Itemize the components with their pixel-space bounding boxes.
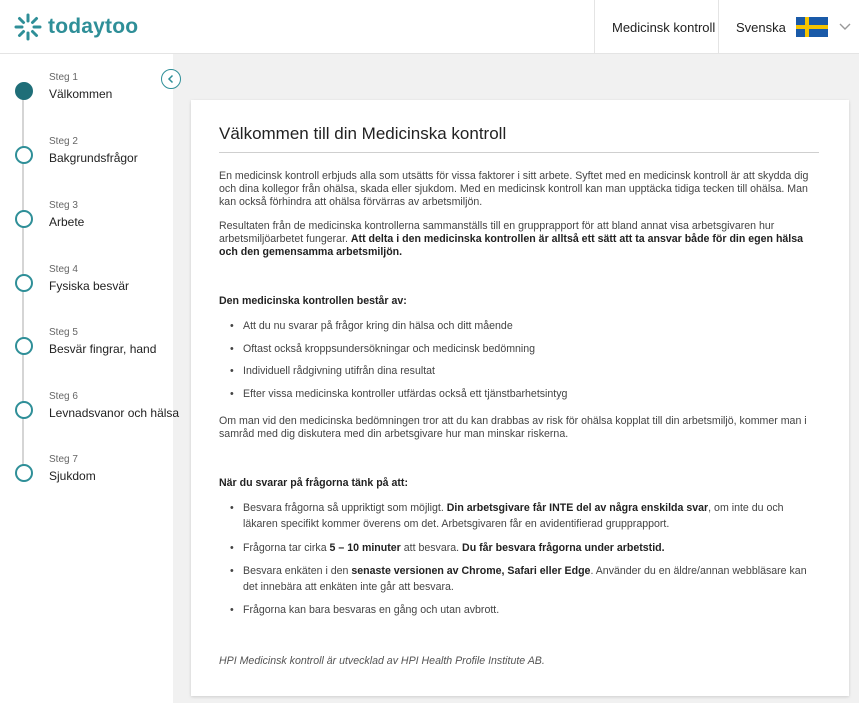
step-indicator [15,146,33,164]
steps-sidebar: Steg 1 Välkommen Steg 2 Bakgrundsfrågor … [0,54,179,703]
swedish-flag-icon [795,17,828,37]
chevron-left-icon [167,74,174,84]
step-3[interactable]: Steg 3 Arbete [0,200,173,240]
list-item: Att du nu svarar på frågor kring din häl… [230,318,819,334]
brand-logo[interactable]: todaytoo [14,12,138,42]
list-item: Individuell rådgivning utifrån dina resu… [230,363,819,379]
step-indicator-active [15,82,33,100]
think-heading: När du svarar på frågorna tänk på att: [219,477,408,489]
top-header: todaytoo Medicinsk kontroll Svenska [0,0,859,54]
footer-note: HPI Medicinsk kontroll är utvecklad av H… [219,655,545,667]
language-label: Svenska [736,19,786,35]
risk-paragraph: Om man vid den medicinska bedömningen tr… [219,415,807,440]
step-name: Arbete [49,215,85,229]
consists-heading: Den medicinska kontrollen består av: [219,295,407,307]
step-number: Steg 7 [49,454,78,465]
step-indicator [15,274,33,292]
page-title: Välkommen till din Medicinska kontroll [219,124,507,143]
step-name: Fysiska besvär [49,279,130,293]
header-divider [718,0,719,54]
step-number: Steg 2 [49,136,78,147]
think-3b: senaste versionen av Chrome, Safari elle… [351,565,591,577]
step-4[interactable]: Steg 4 Fysiska besvär [0,264,173,304]
think-2c: att besvara. [400,542,463,554]
brand-name: todaytoo [48,15,139,38]
header-divider [594,0,595,54]
sunburst-logo-icon [14,13,42,41]
step-number: Steg 6 [49,391,78,402]
step-name: Bakgrundsfrågor [49,151,138,165]
chevron-down-icon[interactable] [838,20,852,34]
step-name: Välkommen [49,87,113,101]
nav-medicinsk-kontroll[interactable]: Medicinsk kontroll [612,0,715,54]
step-name: Sjukdom [49,469,96,483]
step-number: Steg 4 [49,264,78,275]
step-number: Steg 5 [49,327,78,338]
welcome-card: Välkommen till din Medicinska kontroll E… [191,100,849,696]
step-2[interactable]: Steg 2 Bakgrundsfrågor [0,136,173,176]
list-item: Oftast också kroppsundersökningar och me… [230,341,819,357]
think-2b: 5 – 10 minuter [329,542,401,554]
intro-paragraph: En medicinsk kontroll erbjuds alla som u… [219,170,809,208]
step-number: Steg 3 [49,200,78,211]
step-indicator [15,337,33,355]
step-7[interactable]: Steg 7 Sjukdom [0,454,173,494]
step-indicator [15,210,33,228]
think-2a: Frågorna tar cirka [243,542,330,554]
think-1a: Besvara frågorna så uppriktigt som möjli… [243,502,447,514]
step-number: Steg 1 [49,72,78,83]
step-indicator [15,401,33,419]
list-item: Efter vissa medicinska kontroller utfärd… [230,386,819,402]
title-divider [219,152,819,153]
step-name: Levnadsvanor och hälsa [49,406,180,420]
think-2d: Du får besvara frågorna under arbetstid. [462,542,665,554]
step-indicator [15,464,33,482]
step-name: Besvär fingrar, hand [49,342,157,356]
collapse-sidebar-button[interactable] [161,69,181,89]
step-1[interactable]: Steg 1 Välkommen [0,72,173,112]
think-1b: Din arbetsgivare får INTE del av några e… [446,502,709,514]
language-selector[interactable]: Svenska [736,0,828,54]
list-item: Besvara frågorna så uppriktigt som möjli… [230,500,819,532]
think-3a: Besvara enkäten i den [243,565,352,577]
step-5[interactable]: Steg 5 Besvär fingrar, hand [0,327,173,367]
list-item: Besvara enkäten i den senaste versionen … [230,563,819,595]
step-6[interactable]: Steg 6 Levnadsvanor och hälsa [0,391,179,431]
list-item: Frågorna tar cirka 5 – 10 minuter att be… [230,540,819,556]
list-item: Frågorna kan bara besvaras en gång och u… [230,602,819,618]
results-paragraph: Resultaten från de medicinska kontroller… [219,220,819,259]
